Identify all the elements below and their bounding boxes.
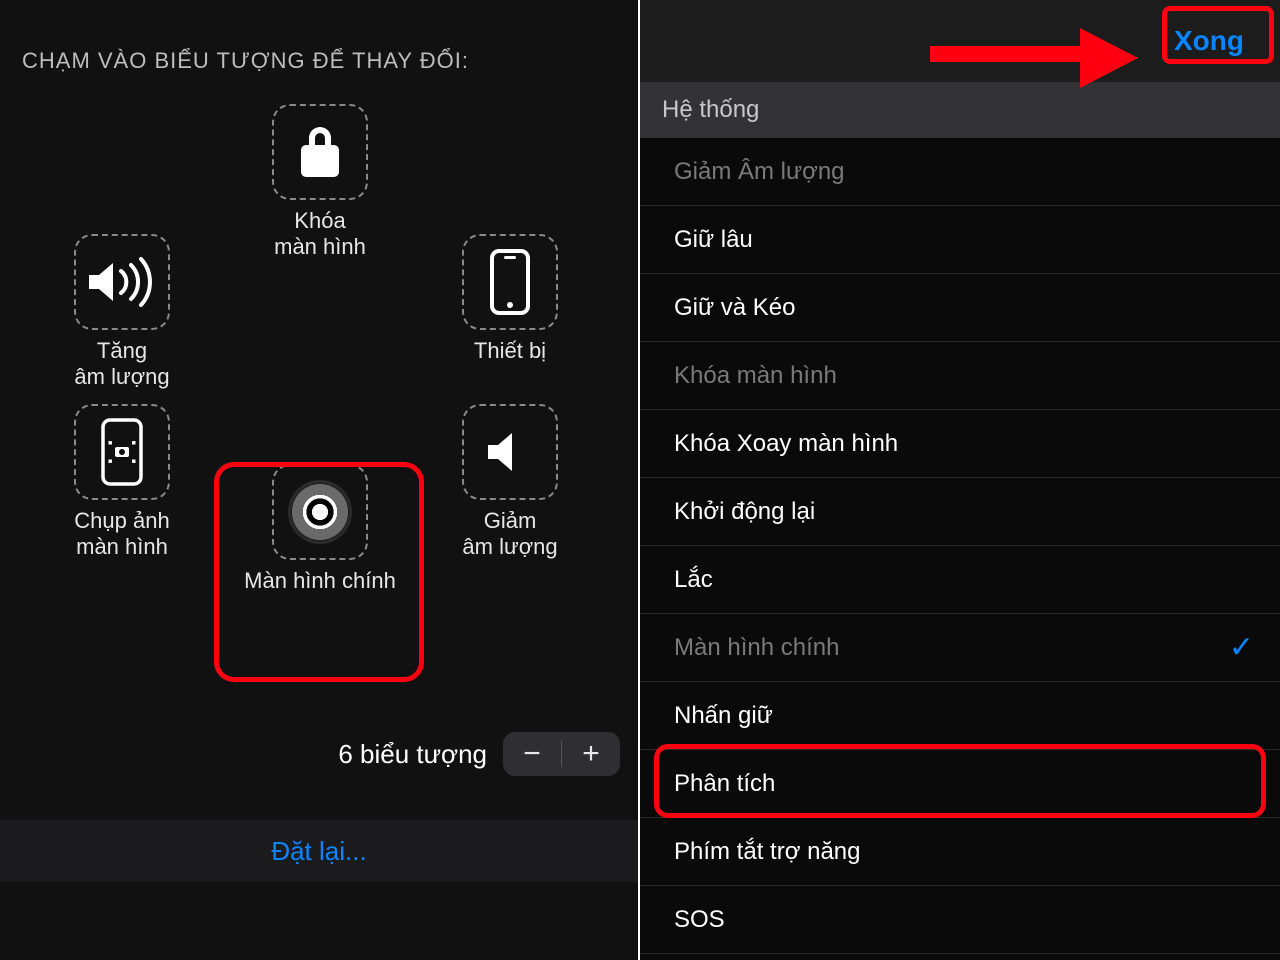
list-item[interactable]: Khóa Xoay màn hình	[640, 410, 1280, 478]
volume-down-icon	[462, 404, 558, 500]
list-item[interactable]: Nhấn giữ	[640, 682, 1280, 750]
device-icon	[462, 234, 558, 330]
section-header: Hệ thống	[640, 82, 1280, 138]
cell-label: Chụp ảnh màn hình	[74, 508, 169, 560]
list-item[interactable]: Giảm Âm lượng	[640, 138, 1280, 206]
list-item-label: Lắc	[674, 566, 713, 594]
list-item-label: Giữ lâu	[674, 226, 753, 254]
list-item[interactable]: Lắc	[640, 546, 1280, 614]
lock-icon	[272, 104, 368, 200]
cell-label: Giảm âm lượng	[462, 508, 557, 560]
checkmark-icon: ✓	[1229, 630, 1254, 665]
cell-lock-screen[interactable]: Khóa màn hình	[240, 104, 400, 260]
done-button[interactable]: Xong	[1160, 19, 1258, 63]
assistivetouch-customize-pane: CHẠM VÀO BIỂU TƯỢNG ĐỂ THAY ĐỔI: Khóa mà…	[0, 0, 640, 960]
list-item-label: Nhấn giữ	[674, 702, 773, 730]
instruction-label: CHẠM VÀO BIỂU TƯỢNG ĐỂ THAY ĐỔI:	[0, 0, 638, 86]
cell-label: Khóa màn hình	[274, 208, 366, 260]
icon-count-row: 6 biểu tượng − +	[0, 722, 638, 786]
nav-bar: Xong	[640, 0, 1280, 82]
cell-volume-up[interactable]: Tăng âm lượng	[42, 234, 202, 390]
action-list: Giảm Âm lượng Giữ lâu Giữ và Kéo Khóa màn h…	[640, 138, 1280, 954]
list-item-label: SOS	[674, 906, 725, 934]
reset-button[interactable]: Đặt lại...	[271, 836, 366, 867]
list-item[interactable]: Phím tắt trợ năng	[640, 818, 1280, 886]
stepper-minus[interactable]: −	[503, 732, 561, 776]
list-item[interactable]: Phân tích	[640, 750, 1280, 818]
list-item-label: Khóa Xoay màn hình	[674, 430, 898, 458]
list-item[interactable]: Khóa màn hình	[640, 342, 1280, 410]
list-item-label: Màn hình chính	[674, 634, 839, 662]
cell-screenshot[interactable]: Chụp ảnh màn hình	[42, 404, 202, 560]
icon-count-stepper: − +	[503, 732, 620, 776]
reset-row: Đặt lại...	[0, 820, 638, 882]
cell-label: Tăng âm lượng	[74, 338, 169, 390]
list-item[interactable]: Giữ và Kéo	[640, 274, 1280, 342]
list-item-label: Khóa màn hình	[674, 362, 837, 390]
list-item-label: Giảm Âm lượng	[674, 158, 845, 186]
list-item[interactable]: Màn hình chính ✓	[640, 614, 1280, 682]
icon-count-label: 6 biểu tượng	[338, 739, 487, 770]
cell-label: Thiết bị	[474, 338, 546, 364]
home-icon	[272, 464, 368, 560]
volume-up-icon	[74, 234, 170, 330]
cell-device[interactable]: Thiết bị	[430, 234, 590, 364]
screenshot-icon	[74, 404, 170, 500]
list-item-label: Khởi động lại	[674, 498, 815, 526]
list-item-label: Phím tắt trợ năng	[674, 838, 861, 866]
list-item-label: Phân tích	[674, 770, 775, 798]
list-item[interactable]: SOS	[640, 886, 1280, 954]
cell-volume-down[interactable]: Giảm âm lượng	[430, 404, 590, 560]
action-picker-pane: Xong Hệ thống Giảm Âm lượng Giữ lâu Giữ và…	[640, 0, 1280, 960]
list-item[interactable]: Giữ lâu	[640, 206, 1280, 274]
cell-label: Màn hình chính	[244, 568, 396, 594]
stepper-plus[interactable]: +	[562, 732, 620, 776]
list-item-label: Giữ và Kéo	[674, 294, 795, 322]
cell-home[interactable]: Màn hình chính	[222, 464, 418, 594]
icon-grid: Khóa màn hình Tăng âm lượng Thiết bị	[0, 86, 640, 646]
list-item[interactable]: Khởi động lại	[640, 478, 1280, 546]
